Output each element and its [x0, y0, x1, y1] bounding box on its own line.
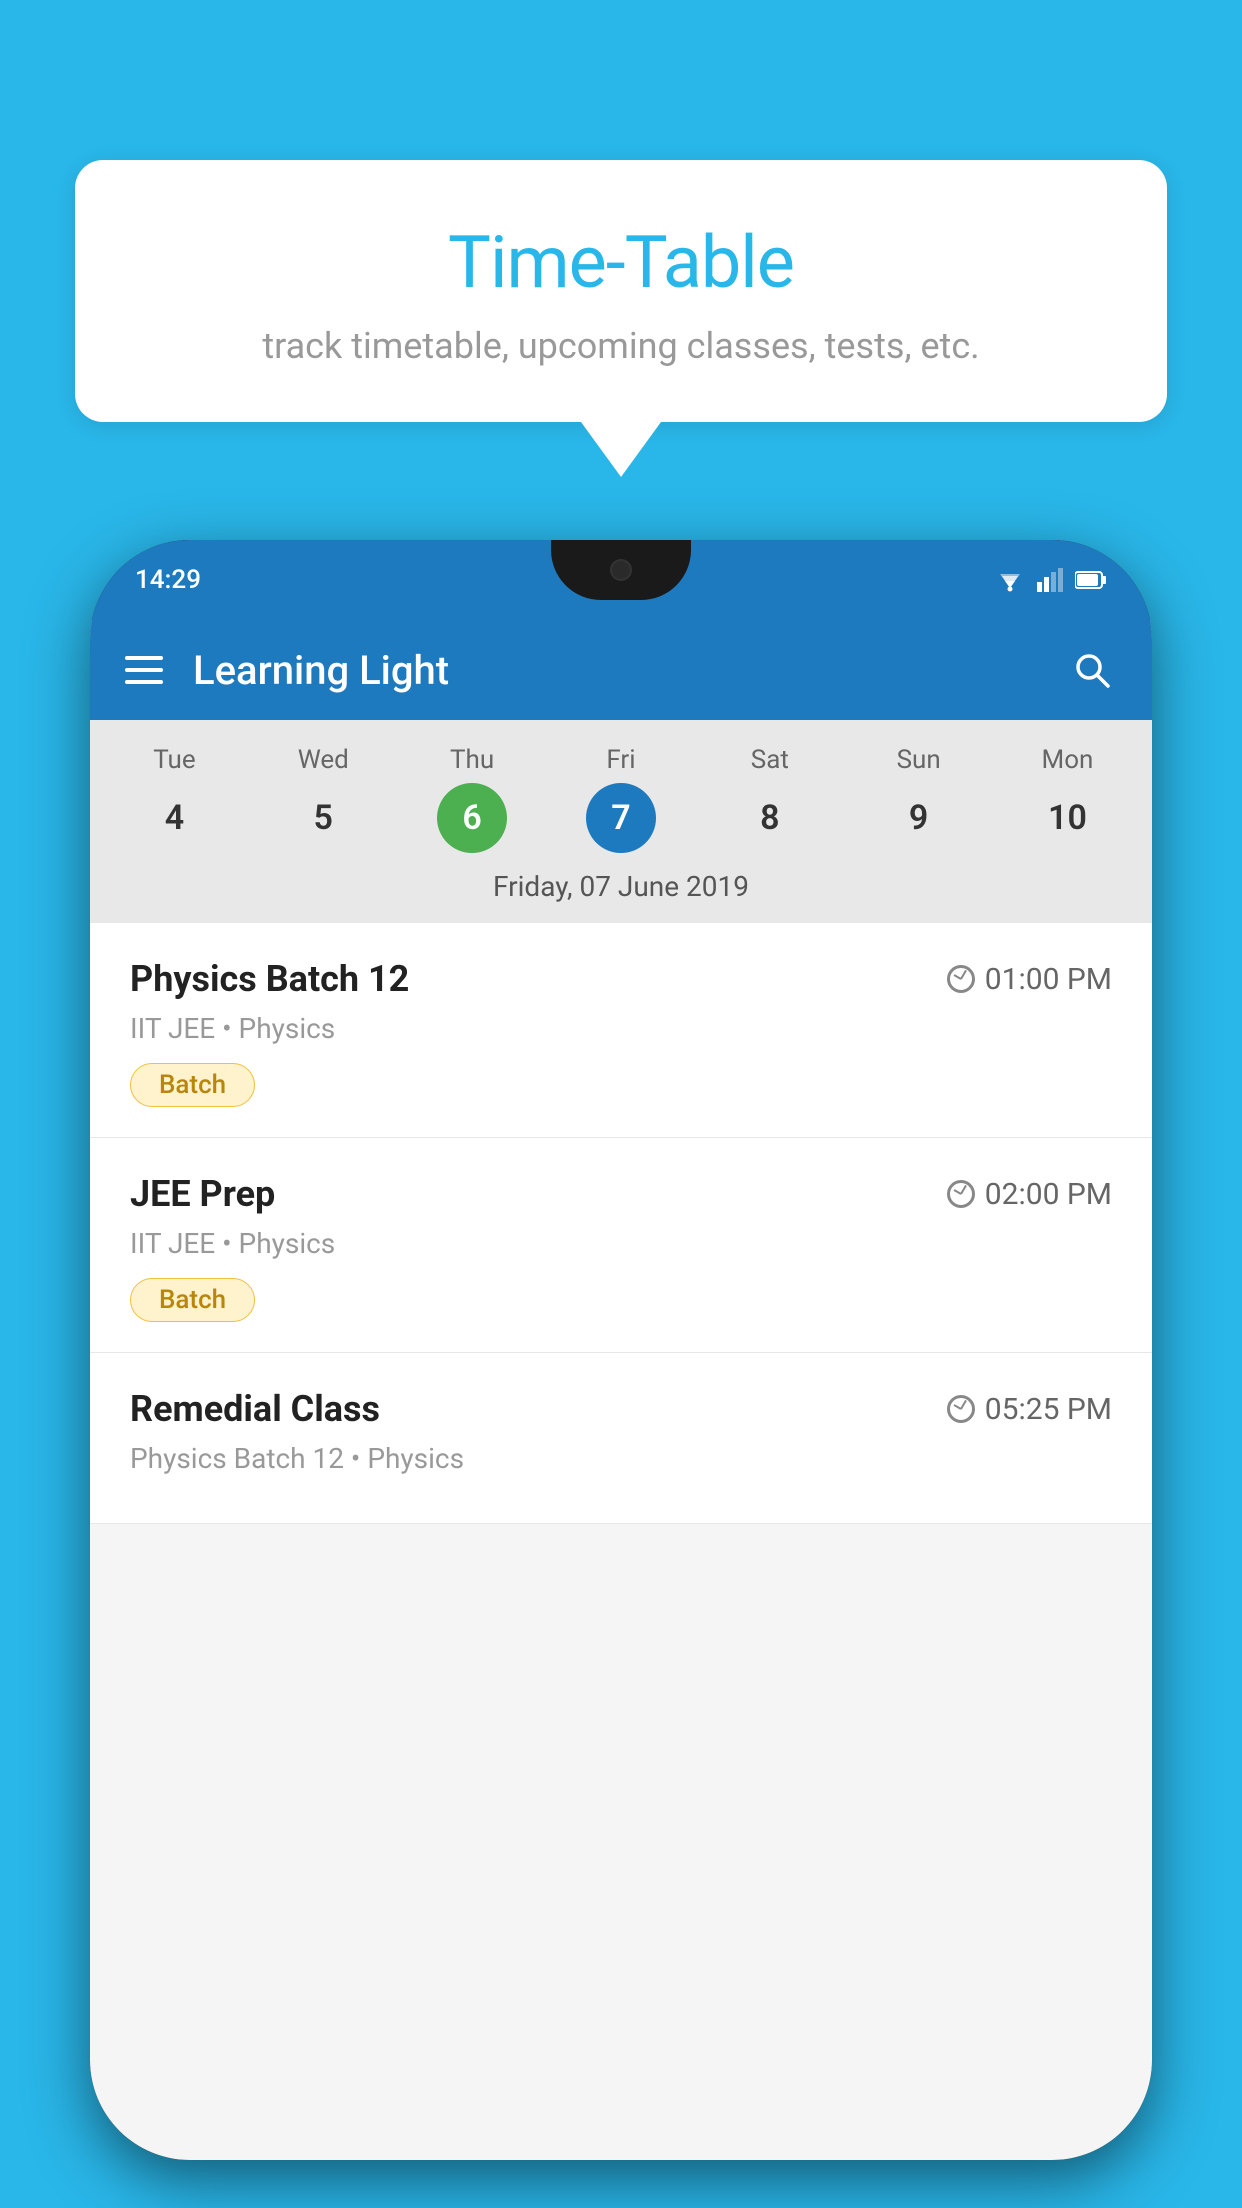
weekday-col[interactable]: Thu 6: [407, 745, 537, 853]
schedule-time: 02:00 PM: [947, 1177, 1112, 1212]
schedule-list: Physics Batch 12 01:00 PM IIT JEE • Phys…: [90, 923, 1152, 1524]
speech-bubble-container: Time-Table track timetable, upcoming cla…: [75, 160, 1167, 477]
selected-date-label: Friday, 07 June 2019: [90, 858, 1152, 918]
bubble-subtitle: track timetable, upcoming classes, tests…: [125, 325, 1117, 367]
phone-frame: 14:29: [90, 540, 1152, 2160]
status-icons: [995, 568, 1107, 592]
app-title: Learning Light: [193, 647, 1067, 694]
clock-icon: [947, 1395, 975, 1423]
weekday-label: Mon: [1042, 745, 1094, 775]
calendar-section: Tue 4 Wed 5 Thu 6 Fri 7 Sat 8 Sun 9 Mon 10 Friday, 07…: [90, 720, 1152, 923]
schedule-item[interactable]: Remedial Class 05:25 PM Physics Batch 12…: [90, 1353, 1152, 1524]
camera: [610, 559, 632, 581]
search-icon: [1072, 650, 1112, 690]
weekday-label: Wed: [298, 745, 349, 775]
schedule-item-header: JEE Prep 02:00 PM: [130, 1173, 1112, 1215]
weekday-label: Sun: [897, 745, 941, 775]
date-circle[interactable]: 5: [288, 783, 358, 853]
schedule-subtitle: Physics Batch 12 • Physics: [130, 1442, 1112, 1475]
clock-icon: [947, 1180, 975, 1208]
batch-tag: Batch: [130, 1063, 255, 1107]
schedule-title: Remedial Class: [130, 1388, 380, 1430]
weekday-label: Fri: [606, 745, 635, 775]
notch: [551, 540, 691, 600]
weekday-col[interactable]: Wed 5: [258, 745, 388, 853]
weekday-col[interactable]: Tue 4: [109, 745, 239, 853]
speech-bubble: Time-Table track timetable, upcoming cla…: [75, 160, 1167, 422]
weekday-col[interactable]: Sun 9: [854, 745, 984, 853]
bubble-pointer: [581, 422, 661, 477]
screen: Learning Light Tue4Wed5Thu6Fri7Sat8Sun9M…: [90, 620, 1152, 2160]
batch-tag: Batch: [130, 1278, 255, 1322]
signal-icon: [1037, 568, 1063, 592]
clock-icon: [947, 965, 975, 993]
schedule-item-header: Remedial Class 05:25 PM: [130, 1388, 1112, 1430]
date-circle[interactable]: 4: [139, 783, 209, 853]
battery-icon: [1075, 570, 1107, 590]
schedule-time: 05:25 PM: [947, 1392, 1112, 1427]
wifi-icon: [995, 568, 1025, 592]
schedule-item-header: Physics Batch 12 01:00 PM: [130, 958, 1112, 1000]
weekdays-row: Tue 4 Wed 5 Thu 6 Fri 7 Sat 8 Sun 9 Mon 10: [90, 735, 1152, 858]
date-circle[interactable]: 9: [884, 783, 954, 853]
schedule-item[interactable]: Physics Batch 12 01:00 PM IIT JEE • Phys…: [90, 923, 1152, 1138]
weekday-col[interactable]: Fri 7: [556, 745, 686, 853]
date-circle[interactable]: 6: [437, 783, 507, 853]
schedule-subtitle: IIT JEE • Physics: [130, 1227, 1112, 1260]
schedule-item[interactable]: JEE Prep 02:00 PM IIT JEE • Physics Batc…: [90, 1138, 1152, 1353]
date-circle[interactable]: 8: [735, 783, 805, 853]
weekday-col[interactable]: Mon 10: [1002, 745, 1132, 853]
menu-button[interactable]: [125, 656, 163, 684]
search-button[interactable]: [1067, 645, 1117, 695]
bubble-title: Time-Table: [125, 220, 1117, 305]
status-time: 14:29: [135, 565, 201, 595]
weekday-col[interactable]: Sat 8: [705, 745, 835, 853]
time-label: 01:00 PM: [985, 962, 1112, 997]
app-bar: Learning Light: [90, 620, 1152, 720]
schedule-subtitle: IIT JEE • Physics: [130, 1012, 1112, 1045]
schedule-title: JEE Prep: [130, 1173, 275, 1215]
weekday-label: Tue: [153, 745, 195, 775]
status-bar: 14:29: [90, 540, 1152, 620]
weekday-label: Sat: [751, 745, 789, 775]
date-circle[interactable]: 7: [586, 783, 656, 853]
date-circle[interactable]: 10: [1032, 783, 1102, 853]
weekday-label: Thu: [450, 745, 494, 775]
schedule-title: Physics Batch 12: [130, 958, 409, 1000]
schedule-time: 01:00 PM: [947, 962, 1112, 997]
time-label: 02:00 PM: [985, 1177, 1112, 1212]
time-label: 05:25 PM: [985, 1392, 1112, 1427]
